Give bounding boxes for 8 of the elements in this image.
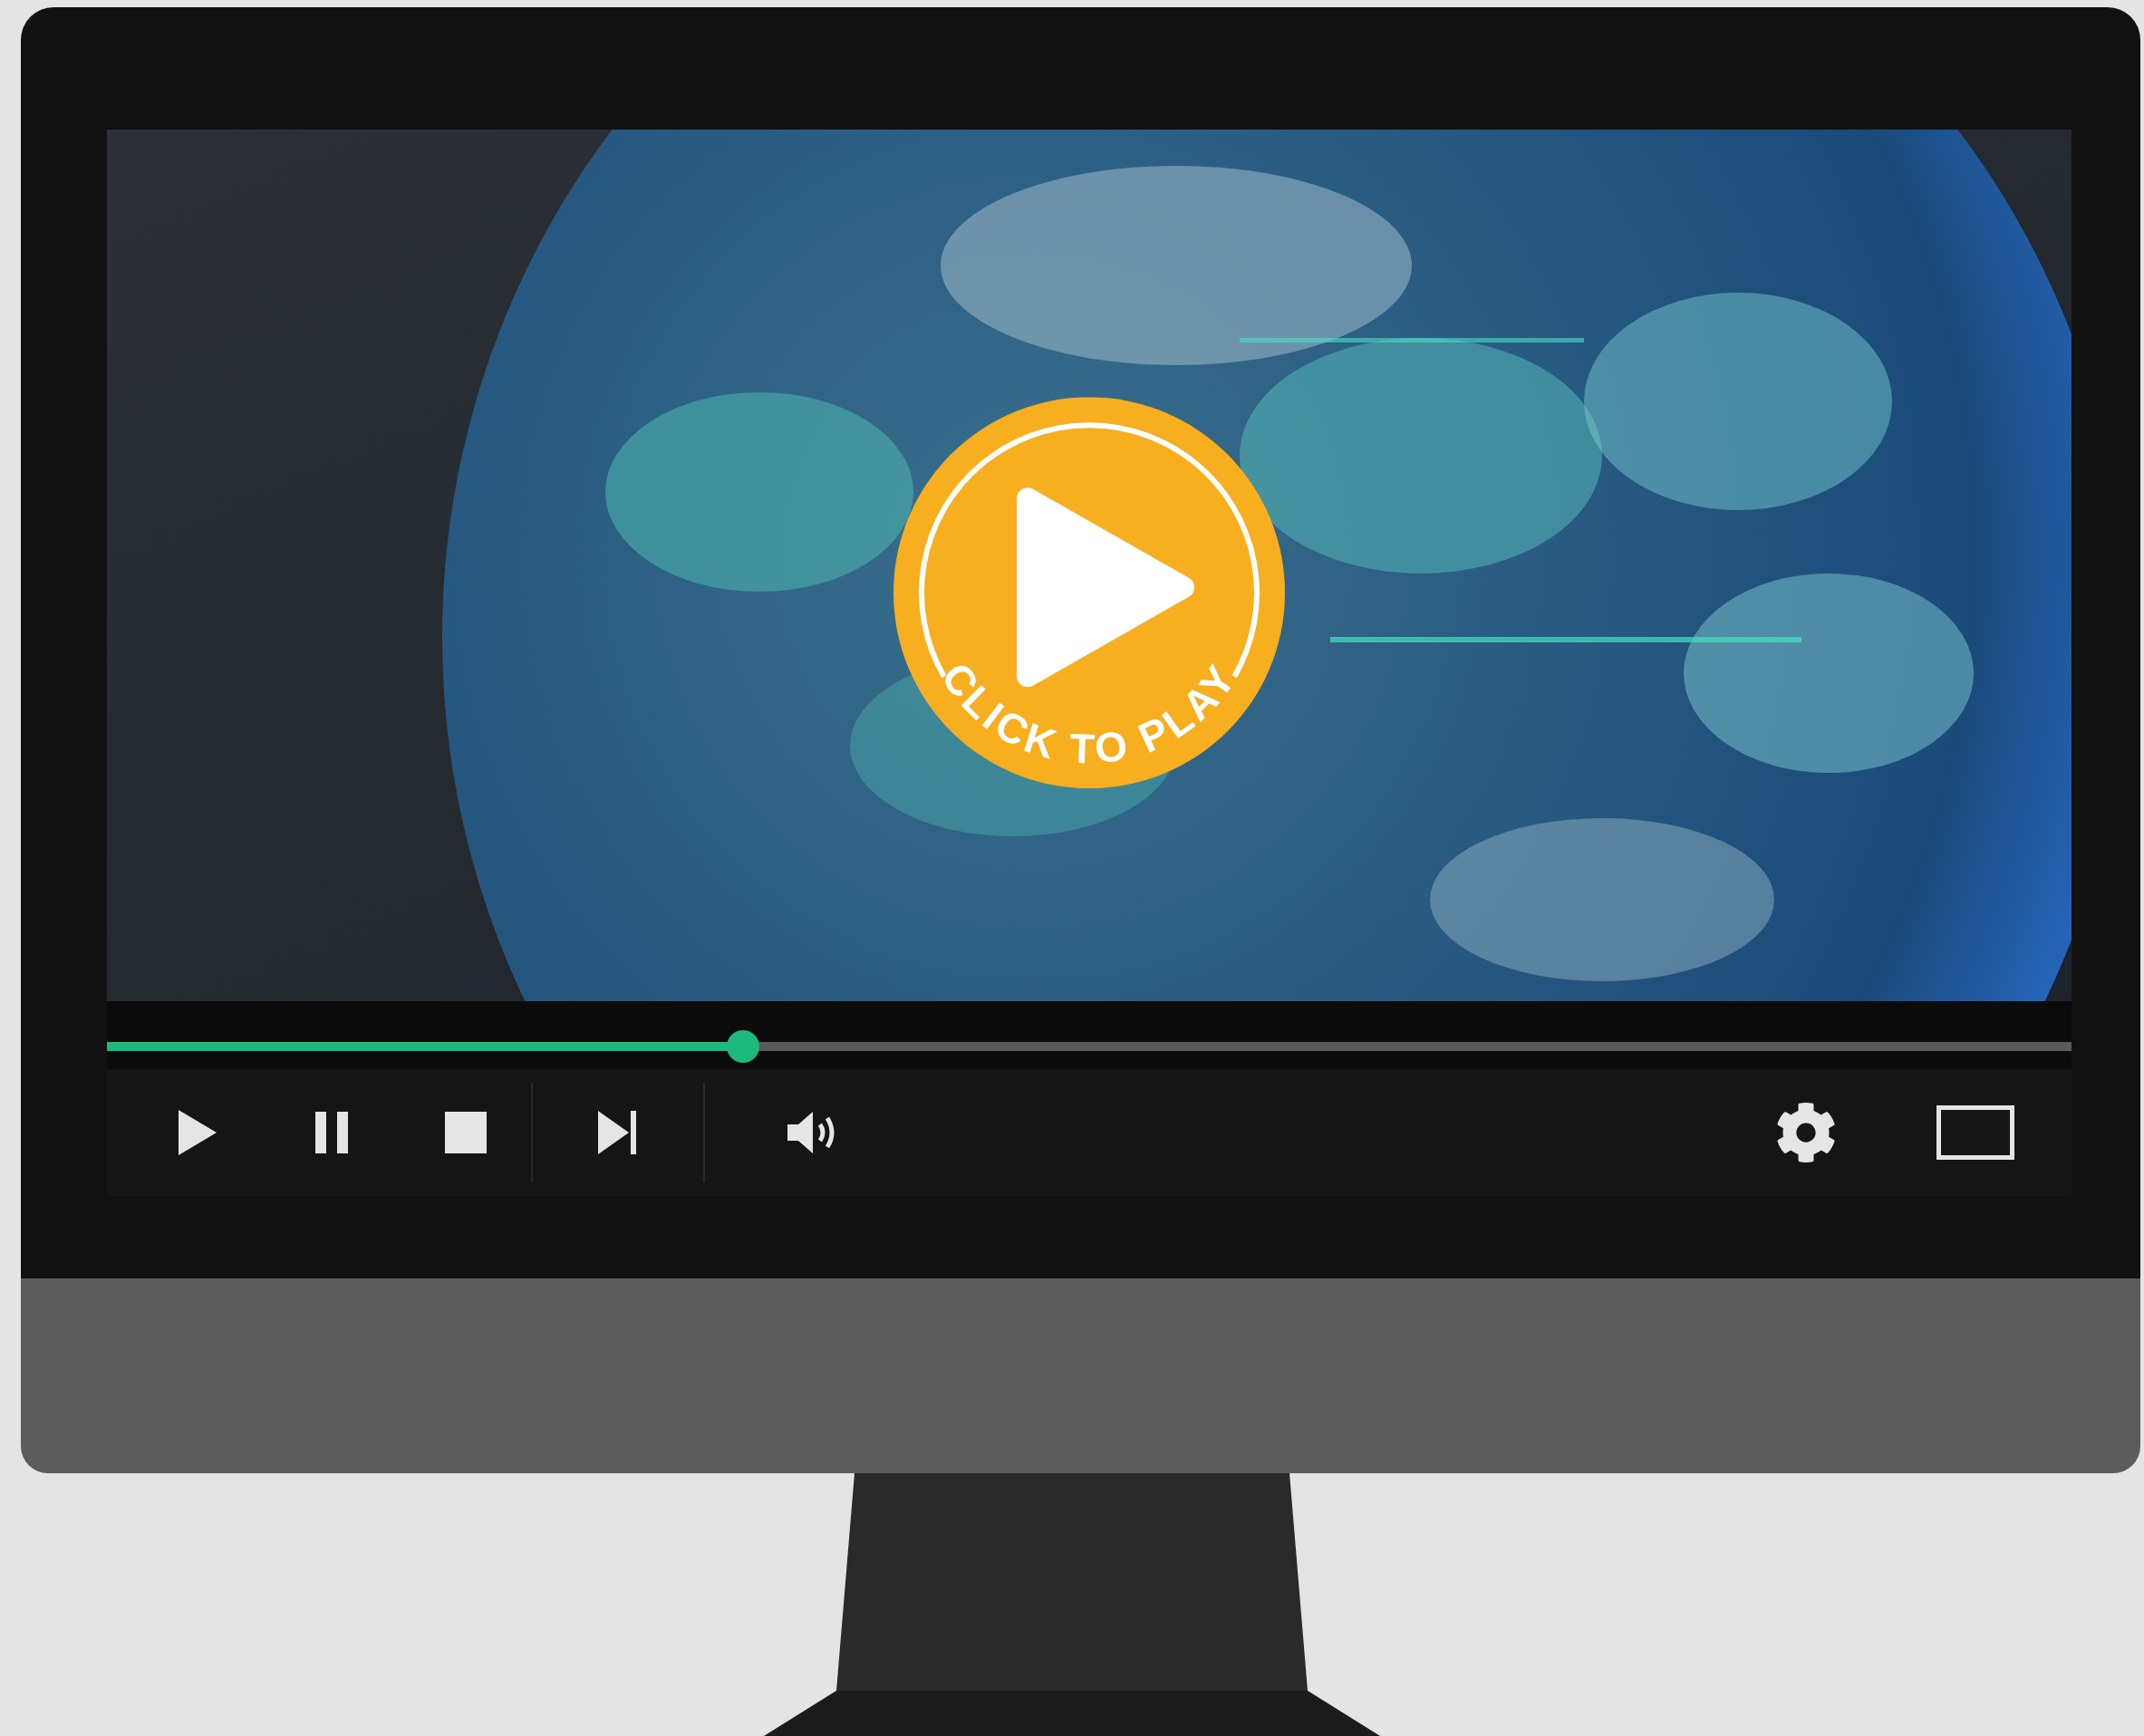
pause-icon	[314, 1112, 350, 1153]
progress-thumb[interactable]	[727, 1030, 760, 1063]
skip-forward-icon	[598, 1111, 638, 1154]
stop-icon	[445, 1112, 487, 1153]
settings-icon	[1775, 1102, 1837, 1163]
progress-track[interactable]	[107, 1042, 2072, 1051]
fullscreen-icon	[1936, 1105, 2014, 1160]
play-icon	[179, 1110, 217, 1155]
